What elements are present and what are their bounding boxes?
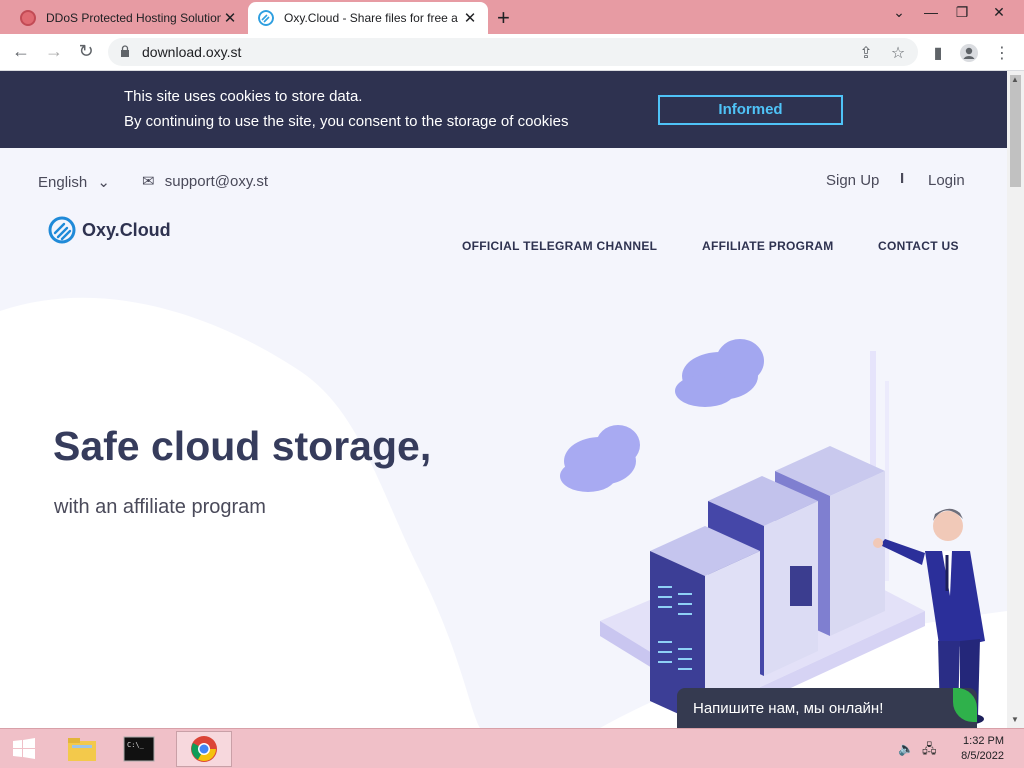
nav-contact-us[interactable]: CONTACT US	[878, 239, 959, 253]
command-prompt-icon[interactable]: C:\_	[111, 731, 167, 767]
cloud-icon	[675, 339, 764, 407]
close-tab-icon[interactable]: ✕	[222, 9, 238, 27]
minimize-icon[interactable]: —	[916, 4, 946, 20]
new-tab-button[interactable]: +	[497, 5, 510, 31]
reload-icon[interactable]: ↻	[74, 41, 98, 62]
clock-time: 1:32 PM	[963, 735, 1004, 747]
envelope-icon: ✉	[142, 173, 155, 190]
address-bar[interactable]: download.oxy.st	[108, 38, 918, 66]
oxy-favicon-icon	[258, 10, 274, 26]
tab-oxy-cloud[interactable]: Oxy.Cloud - Share files for free a ✕	[248, 2, 488, 34]
web-page: This site uses cookies to store data. By…	[0, 71, 1007, 728]
language-selector[interactable]: English ⌄	[38, 173, 110, 191]
live-chat-widget[interactable]: Напишите нам, мы онлайн!	[677, 688, 977, 728]
language-label: English	[38, 174, 88, 191]
nav-affiliate-program[interactable]: AFFILIATE PROGRAM	[702, 239, 834, 253]
support-email-link[interactable]: ✉ support@oxy.st	[142, 172, 268, 190]
close-tab-icon[interactable]: ✕	[462, 9, 478, 27]
chat-prompt-text: Напишите нам, мы онлайн!	[693, 700, 884, 717]
side-panel-icon[interactable]: ▮	[928, 43, 948, 63]
back-icon[interactable]: ←	[9, 41, 33, 62]
network-icon[interactable]: 🖧	[922, 740, 937, 762]
lock-icon	[121, 45, 129, 57]
scroll-down-arrow-icon[interactable]: ▼	[1011, 715, 1019, 724]
tab-ddos-hosting[interactable]: DDoS Protected Hosting Solution ✕	[8, 2, 248, 34]
file-explorer-icon[interactable]	[54, 731, 110, 767]
scrollbar-thumb[interactable]	[1010, 75, 1021, 187]
login-link[interactable]: Login	[928, 172, 965, 189]
cookie-text-line2: By continuing to use the site, you conse…	[124, 113, 569, 130]
menu-kebab-icon[interactable]: ⋮	[992, 43, 1012, 63]
bookmark-star-icon[interactable]: ☆	[888, 43, 908, 63]
site-favicon-icon	[20, 10, 36, 26]
volume-muted-icon[interactable]: 🔈	[898, 741, 914, 757]
cookie-text-line1: This site uses cookies to store data.	[124, 88, 363, 105]
chat-online-indicator	[953, 688, 977, 722]
scroll-up-arrow-icon[interactable]: ▲	[1011, 75, 1019, 84]
header-separator: I	[900, 170, 905, 187]
logo-text: Oxy.Cloud	[82, 219, 171, 240]
tab-search-chevron-icon[interactable]: ⌄	[884, 4, 914, 21]
page-scrollbar[interactable]: ▲ ▼	[1007, 71, 1024, 728]
tab-title: DDoS Protected Hosting Solution	[46, 11, 221, 25]
tab-title: Oxy.Cloud - Share files for free a	[284, 11, 458, 25]
cookie-banner: This site uses cookies to store data. By…	[0, 71, 1007, 148]
oxy-logo-icon	[48, 216, 76, 244]
close-window-icon[interactable]: ✕	[984, 4, 1014, 21]
forward-icon[interactable]: →	[42, 41, 66, 62]
chrome-taskbar-icon[interactable]	[176, 731, 232, 767]
hero-title: Safe cloud storage,	[53, 423, 432, 469]
system-clock[interactable]: 1:32 PM 8/5/2022	[961, 734, 1004, 764]
hero-subtitle: with an affiliate program	[54, 496, 266, 518]
nav-telegram-channel[interactable]: OFFICIAL TELEGRAM CHANNEL	[462, 239, 657, 253]
share-icon[interactable]: ⇪	[856, 43, 876, 63]
support-email: support@oxy.st	[164, 173, 269, 190]
url-text: download.oxy.st	[142, 44, 242, 60]
restore-icon[interactable]: ❐	[947, 4, 977, 21]
chevron-down-icon: ⌄	[97, 174, 110, 191]
site-logo[interactable]: Oxy.Cloud	[48, 216, 171, 244]
profile-avatar-icon[interactable]	[959, 43, 979, 63]
sign-up-link[interactable]: Sign Up	[826, 172, 879, 189]
tab-strip: DDoS Protected Hosting Solution ✕ Oxy.Cl…	[0, 0, 1024, 34]
svg-text:C:\_: C:\_	[127, 741, 145, 749]
windows-start-icon[interactable]	[0, 731, 48, 767]
cookie-accept-button[interactable]: Informed	[658, 95, 843, 125]
windows-taskbar: C:\_ 🔈 🖧 1:32 PM 8/5/2022	[0, 728, 1024, 768]
server-illustration	[560, 339, 985, 726]
browser-toolbar: ← → ↻ download.oxy.st ⇪ ☆ ▮ ⋮	[0, 34, 1024, 71]
clock-date: 8/5/2022	[961, 750, 1004, 762]
